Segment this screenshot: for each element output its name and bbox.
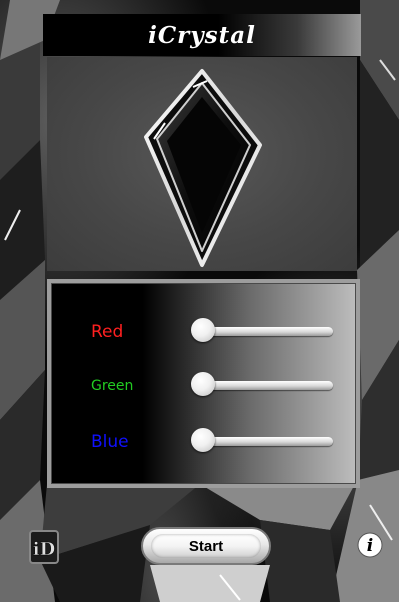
red-slider-thumb[interactable]	[191, 318, 215, 342]
blue-label: Blue	[91, 432, 129, 452]
blue-slider[interactable]	[197, 437, 333, 446]
app-screen: iCrystal Red Green Blue iD Start i	[0, 0, 399, 602]
crystal-preview	[47, 57, 357, 271]
blue-slider-row: Blue	[51, 426, 356, 456]
green-slider-row: Green	[51, 370, 356, 400]
diamond-crystal-icon	[144, 69, 262, 267]
green-slider-thumb[interactable]	[191, 372, 215, 396]
app-title: iCrystal	[148, 21, 256, 49]
green-slider[interactable]	[197, 381, 333, 390]
start-button-label: Start	[188, 537, 224, 555]
green-label: Green	[91, 378, 134, 394]
title-bar: iCrystal	[43, 14, 361, 56]
red-label: Red	[91, 322, 124, 342]
svg-text:iD: iD	[33, 539, 55, 560]
color-controls-panel: Red Green Blue	[47, 279, 360, 488]
logo-badge-icon[interactable]: iD	[29, 530, 59, 564]
svg-text:i: i	[367, 536, 373, 556]
start-button[interactable]: Start	[141, 527, 271, 565]
blue-slider-thumb[interactable]	[191, 428, 215, 452]
red-slider-row: Red	[51, 316, 356, 346]
info-icon[interactable]: i	[356, 531, 384, 559]
red-slider[interactable]	[197, 327, 333, 336]
